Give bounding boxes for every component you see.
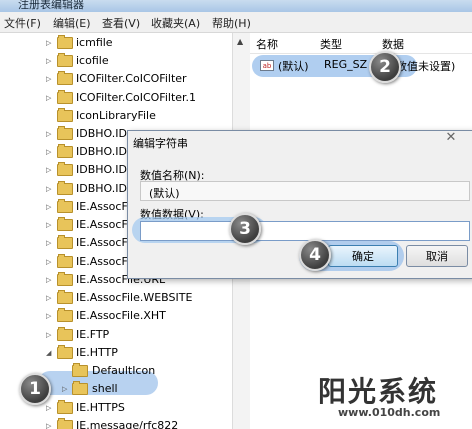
value-type: REG_SZ bbox=[324, 58, 368, 71]
string-value-icon: ab bbox=[260, 60, 274, 71]
tree-item-label: IDBHO.ID bbox=[76, 163, 127, 176]
tree-item-label: IE.HTTPS bbox=[76, 401, 125, 414]
column-header: 名称 类型 数据 bbox=[250, 33, 472, 54]
scroll-up-icon[interactable]: ▲ bbox=[237, 37, 243, 46]
menu-file[interactable]: 文件(F) bbox=[4, 15, 41, 31]
expand-icon[interactable]: ▷ bbox=[46, 160, 51, 180]
tree-item-label: IE.AssocFi bbox=[76, 200, 131, 213]
folder-icon bbox=[57, 181, 73, 195]
folder-icon bbox=[57, 90, 73, 104]
tree-item-label: IE.AssocFile.WEBSITE bbox=[76, 291, 193, 304]
expand-icon[interactable]: ▷ bbox=[46, 197, 51, 217]
folder-icon bbox=[57, 126, 73, 140]
step-marker-3: 3 bbox=[229, 213, 261, 245]
folder-icon bbox=[57, 308, 73, 322]
tree-item-label: DefaultIcon bbox=[92, 364, 156, 377]
expand-icon[interactable]: ▷ bbox=[46, 270, 51, 290]
expand-icon[interactable]: ▷ bbox=[46, 325, 51, 345]
ok-button[interactable]: 确定 bbox=[328, 245, 398, 267]
value-name-text: (默认) bbox=[149, 187, 180, 200]
folder-icon bbox=[57, 162, 73, 176]
expand-icon[interactable]: ▷ bbox=[46, 69, 51, 89]
folder-icon bbox=[57, 53, 73, 67]
expand-icon[interactable]: ▷ bbox=[62, 379, 67, 399]
tree-item-label: IE.message/rfc822 bbox=[76, 419, 179, 429]
expand-icon[interactable]: ▷ bbox=[46, 252, 51, 272]
step-marker-2: 2 bbox=[369, 51, 401, 83]
value-data: 数值未设置) bbox=[396, 60, 456, 73]
title-bar: 注册表编辑器 bbox=[0, 0, 472, 12]
tree-item-label: IE.AssocFi bbox=[76, 218, 131, 231]
tree-item-label: IDBHO.ID bbox=[76, 145, 127, 158]
expand-icon[interactable]: ▷ bbox=[46, 288, 51, 308]
step-marker-4: 4 bbox=[299, 239, 331, 271]
value-name: (默认) bbox=[278, 60, 309, 73]
cancel-button[interactable]: 取消 bbox=[406, 245, 468, 267]
value-row-default[interactable]: ab (默认) REG_SZ 数值未设置) bbox=[252, 55, 472, 77]
folder-icon bbox=[72, 363, 88, 377]
step-marker-1: 1 bbox=[19, 373, 51, 405]
expand-icon[interactable]: ▷ bbox=[46, 233, 51, 253]
expand-icon[interactable]: ▷ bbox=[46, 416, 51, 429]
tree-item-label: ICOFilter.CoICOFilter.1 bbox=[76, 91, 197, 104]
folder-icon bbox=[57, 345, 73, 359]
folder-icon bbox=[57, 272, 73, 286]
menu-favorites[interactable]: 收藏夹(A) bbox=[151, 15, 200, 31]
tree-item-label: IE.AssocFi bbox=[76, 236, 131, 249]
folder-icon bbox=[57, 254, 73, 268]
folder-icon bbox=[57, 418, 73, 429]
window-title: 注册表编辑器 bbox=[18, 0, 84, 11]
menu-help[interactable]: 帮助(H) bbox=[212, 15, 251, 31]
value-data-input[interactable] bbox=[140, 221, 470, 241]
tree-item-label: icofile bbox=[76, 54, 109, 67]
tree-item-label: IE.HTTP bbox=[76, 346, 118, 359]
tree-item-label: ICOFilter.CoICOFilter bbox=[76, 72, 187, 85]
tree-item-label: shell bbox=[92, 382, 118, 395]
menu-view[interactable]: 查看(V) bbox=[102, 15, 140, 31]
expand-icon[interactable]: ▷ bbox=[46, 88, 51, 108]
column-name[interactable]: 名称 bbox=[256, 36, 278, 52]
expand-icon[interactable]: ▷ bbox=[46, 33, 51, 53]
dialog-title: 编辑字符串 bbox=[133, 137, 188, 150]
folder-icon bbox=[57, 199, 73, 213]
expand-icon[interactable]: ▷ bbox=[46, 142, 51, 162]
expand-icon[interactable]: ▷ bbox=[46, 306, 51, 326]
folder-icon bbox=[57, 71, 73, 85]
folder-icon bbox=[72, 381, 88, 395]
tree-item-label: icmfile bbox=[76, 36, 113, 49]
column-data[interactable]: 数据 bbox=[382, 36, 404, 52]
column-type[interactable]: 类型 bbox=[320, 36, 342, 52]
expand-icon[interactable]: ▷ bbox=[46, 179, 51, 199]
folder-icon bbox=[57, 290, 73, 304]
folder-icon bbox=[57, 400, 73, 414]
menu-bar: 文件(F) 编辑(E) 查看(V) 收藏夹(A) 帮助(H) bbox=[0, 12, 472, 33]
menu-edit[interactable]: 编辑(E) bbox=[53, 15, 91, 31]
tree-item-label: IE.AssocFile.XHT bbox=[76, 309, 166, 322]
collapse-icon[interactable]: ◢ bbox=[46, 343, 51, 363]
folder-icon bbox=[57, 35, 73, 49]
expand-icon[interactable]: ▷ bbox=[46, 398, 51, 418]
folder-icon bbox=[57, 235, 73, 249]
folder-icon bbox=[57, 108, 73, 122]
value-name-field: (默认) bbox=[140, 181, 470, 201]
tree-item-label: IE.FTP bbox=[76, 328, 110, 341]
tree-item-label: IDBHO.ID bbox=[76, 127, 127, 140]
folder-icon bbox=[57, 217, 73, 231]
expand-icon[interactable]: ▷ bbox=[46, 124, 51, 144]
watermark-url: www.010dh.com bbox=[338, 406, 441, 419]
folder-icon bbox=[57, 144, 73, 158]
expand-icon[interactable]: ▷ bbox=[46, 215, 51, 235]
folder-icon bbox=[57, 327, 73, 341]
expand-icon[interactable]: ▷ bbox=[46, 51, 51, 71]
tree-item-label: IE.AssocFi bbox=[76, 255, 131, 268]
tree-item-label: IDBHO.ID bbox=[76, 182, 127, 195]
close-icon[interactable]: ✕ bbox=[439, 131, 463, 145]
watermark-title: 阳光系统 bbox=[318, 375, 439, 408]
tree-item-label: IconLibraryFile bbox=[76, 109, 156, 122]
